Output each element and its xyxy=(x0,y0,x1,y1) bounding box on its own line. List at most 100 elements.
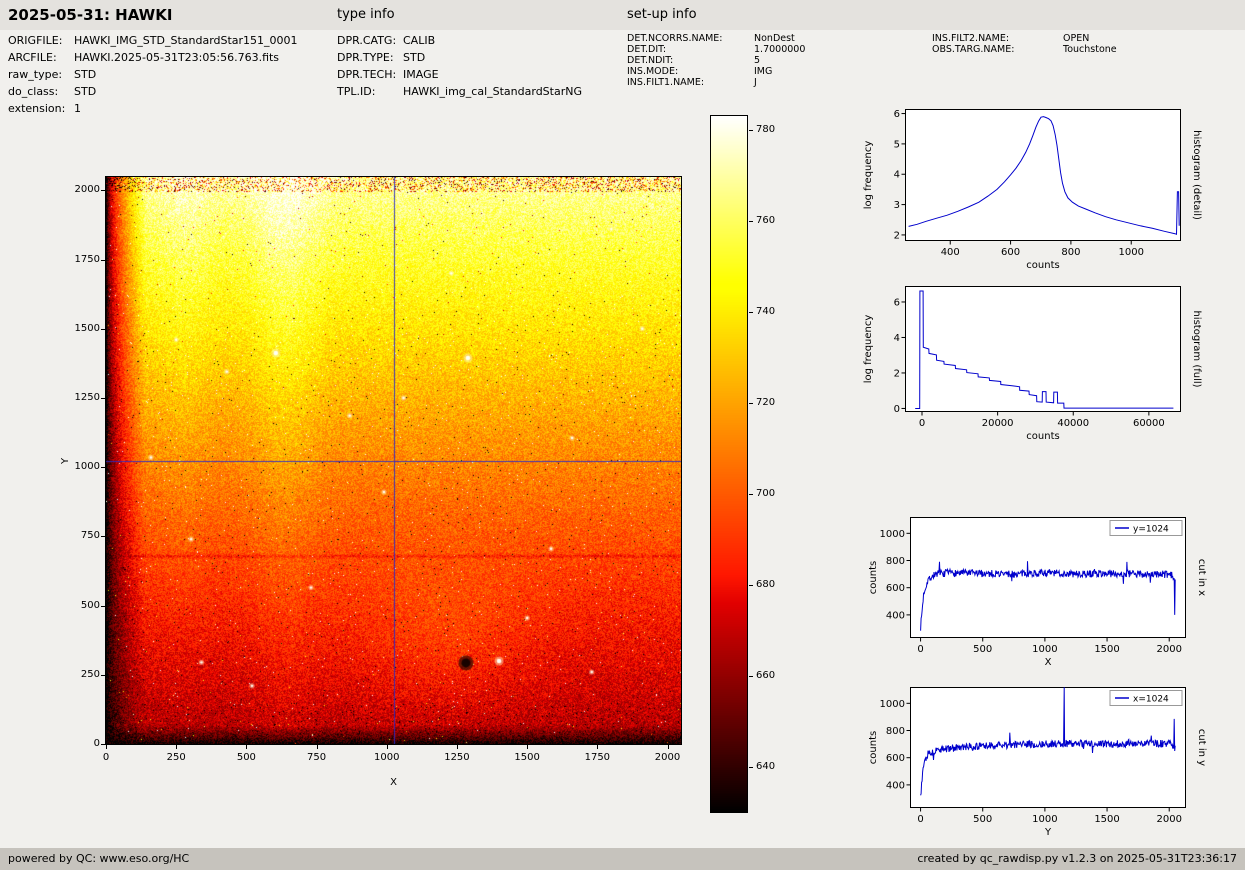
x-tick-mark xyxy=(106,745,107,749)
x-tick-label: 2000 xyxy=(1156,814,1181,825)
y-tick-label: 6 xyxy=(894,109,900,120)
y-tick-label: 1000 xyxy=(880,529,905,540)
x-tick-mark xyxy=(668,745,669,749)
y-tick-label: 600 xyxy=(886,753,905,764)
cut-in-y-chart: 05001000150020004006008001000Ycountscut … xyxy=(910,687,1186,808)
y-tick-label: 800 xyxy=(886,556,905,567)
x-tick-label: 0 xyxy=(86,752,126,763)
right-axis-label: histogram (full) xyxy=(1191,310,1202,387)
x-tick-label: 250 xyxy=(156,752,196,763)
hist_full-svg: 02000040000600000246countslog frequencyh… xyxy=(905,286,1181,412)
y-tick-label: 0 xyxy=(62,738,100,749)
y-tick-mark xyxy=(101,329,105,330)
cut_y-svg: 05001000150020004006008001000Ycountscut … xyxy=(910,687,1186,808)
y-tick-label: 2000 xyxy=(62,184,100,195)
metadata-row: DET.DIT:1.7000000 xyxy=(627,44,805,55)
metadata-row: INS.FILT2.NAME:OPEN xyxy=(932,33,1117,44)
metadata-value: NonDest xyxy=(754,33,795,44)
page-title: 2025-05-31: HAWKI xyxy=(8,0,172,30)
metadata-value: 1 xyxy=(74,102,81,115)
y-tick-label: 250 xyxy=(62,669,100,680)
x-tick-label: 0 xyxy=(917,814,923,825)
colorbar-tick-label: 640 xyxy=(756,761,775,772)
y-tick-label: 1250 xyxy=(62,392,100,403)
x-tick-label: 0 xyxy=(917,644,923,655)
setup-info-heading: set-up info xyxy=(627,0,697,30)
metadata-row: ORIGFILE:HAWKI_IMG_STD_StandardStar151_0… xyxy=(8,34,298,51)
right-axis-label: cut in x xyxy=(1196,559,1207,596)
metadata-label: OBS.TARG.NAME: xyxy=(932,44,1063,55)
x-tick-label: 1750 xyxy=(577,752,617,763)
metadata-label: INS.FILT1.NAME: xyxy=(627,77,754,88)
raw-image-canvas xyxy=(106,177,681,744)
x-tick-label: 500 xyxy=(973,814,992,825)
x-tick-label: 500 xyxy=(973,644,992,655)
legend-label: x=1024 xyxy=(1133,695,1169,705)
metadata-row: DPR.CATG:CALIB xyxy=(337,34,582,51)
y-tick-mark xyxy=(101,536,105,537)
y-tick-mark xyxy=(101,260,105,261)
metadata-label: ARCFILE: xyxy=(8,51,74,64)
y-tick-mark xyxy=(101,606,105,607)
colorbar-tick-mark xyxy=(749,130,753,131)
metadata-value: STD xyxy=(403,51,425,64)
metadata-label: INS.FILT2.NAME: xyxy=(932,33,1063,44)
y-tick-label: 600 xyxy=(886,583,905,594)
x-tick-label: 1500 xyxy=(1094,644,1119,655)
y-tick-mark xyxy=(101,467,105,468)
y-axis-label: Y xyxy=(60,457,71,463)
colorbar-tick-label: 780 xyxy=(756,124,775,135)
y-tick-label: 2 xyxy=(894,368,900,379)
footer-powered-by: powered by QC: www.eso.org/HC xyxy=(8,848,189,870)
setup-info-metadata-col1: DET.NCORRS.NAME:NonDestDET.DIT:1.7000000… xyxy=(627,33,805,88)
metadata-value: IMAGE xyxy=(403,68,439,81)
metadata-label: DET.DIT: xyxy=(627,44,754,55)
metadata-row: INS.MODE:IMG xyxy=(627,66,805,77)
y-tick-label: 4 xyxy=(894,333,900,344)
x-axis-label: counts xyxy=(1026,431,1059,442)
y-tick-label: 1750 xyxy=(62,254,100,265)
colorbar-tick-label: 760 xyxy=(756,215,775,226)
metadata-row: INS.FILT1.NAME:J xyxy=(627,77,805,88)
y-axis-label: counts xyxy=(868,561,879,594)
metadata-row: ARCFILE:HAWKI.2025-05-31T23:05:56.763.fi… xyxy=(8,51,298,68)
colorbar-tick-label: 680 xyxy=(756,579,775,590)
metadata-value: HAWKI_img_cal_StandardStarNG xyxy=(403,85,582,98)
type-info-heading: type info xyxy=(337,0,395,30)
metadata-row: DET.NDIT:5 xyxy=(627,55,805,66)
right-axis-label: cut in y xyxy=(1196,729,1207,766)
y-tick-label: 400 xyxy=(886,780,905,791)
metadata-label: DET.NCORRS.NAME: xyxy=(627,33,754,44)
y-tick-label: 1500 xyxy=(62,323,100,334)
x-axis-label: Y xyxy=(1044,827,1052,838)
y-axis-label: log frequency xyxy=(863,141,874,210)
metadata-value: J xyxy=(754,77,757,88)
metadata-label: raw_type: xyxy=(8,68,74,81)
hist_detail-svg: 400600800100023456countslog frequencyhis… xyxy=(905,109,1181,241)
metadata-value: STD xyxy=(74,85,96,98)
colorbar-tick-mark xyxy=(749,221,753,222)
plot-frame xyxy=(906,110,1181,241)
x-tick-label: 60000 xyxy=(1133,418,1165,429)
colorbar-tick-label: 700 xyxy=(756,488,775,499)
y-tick-label: 4 xyxy=(894,170,900,181)
metadata-value: CALIB xyxy=(403,34,435,47)
header-bar: 2025-05-31: HAWKI type info set-up info xyxy=(0,0,1245,30)
x-tick-mark xyxy=(317,745,318,749)
x-tick-label: 1000 xyxy=(367,752,407,763)
metadata-label: DPR.TECH: xyxy=(337,68,403,81)
x-tick-label: 0 xyxy=(919,418,925,429)
raw-image-plot: 0250500750100012501500175020000250500750… xyxy=(105,176,682,745)
x-tick-label: 40000 xyxy=(1057,418,1089,429)
metadata-row: raw_type:STD xyxy=(8,68,298,85)
colorbar-tick-mark xyxy=(749,767,753,768)
colorbar-tick-label: 660 xyxy=(756,670,775,681)
metadata-label: DPR.CATG: xyxy=(337,34,403,47)
right-axis-label: histogram (detail) xyxy=(1191,130,1202,220)
x-tick-label: 1250 xyxy=(437,752,477,763)
colorbar-tick-mark xyxy=(749,676,753,677)
colorbar-tick-mark xyxy=(749,494,753,495)
metadata-label: DPR.TYPE: xyxy=(337,51,403,64)
footer-created-by: created by qc_rawdisp.py v1.2.3 on 2025-… xyxy=(917,848,1237,870)
y-tick-label: 750 xyxy=(62,530,100,541)
